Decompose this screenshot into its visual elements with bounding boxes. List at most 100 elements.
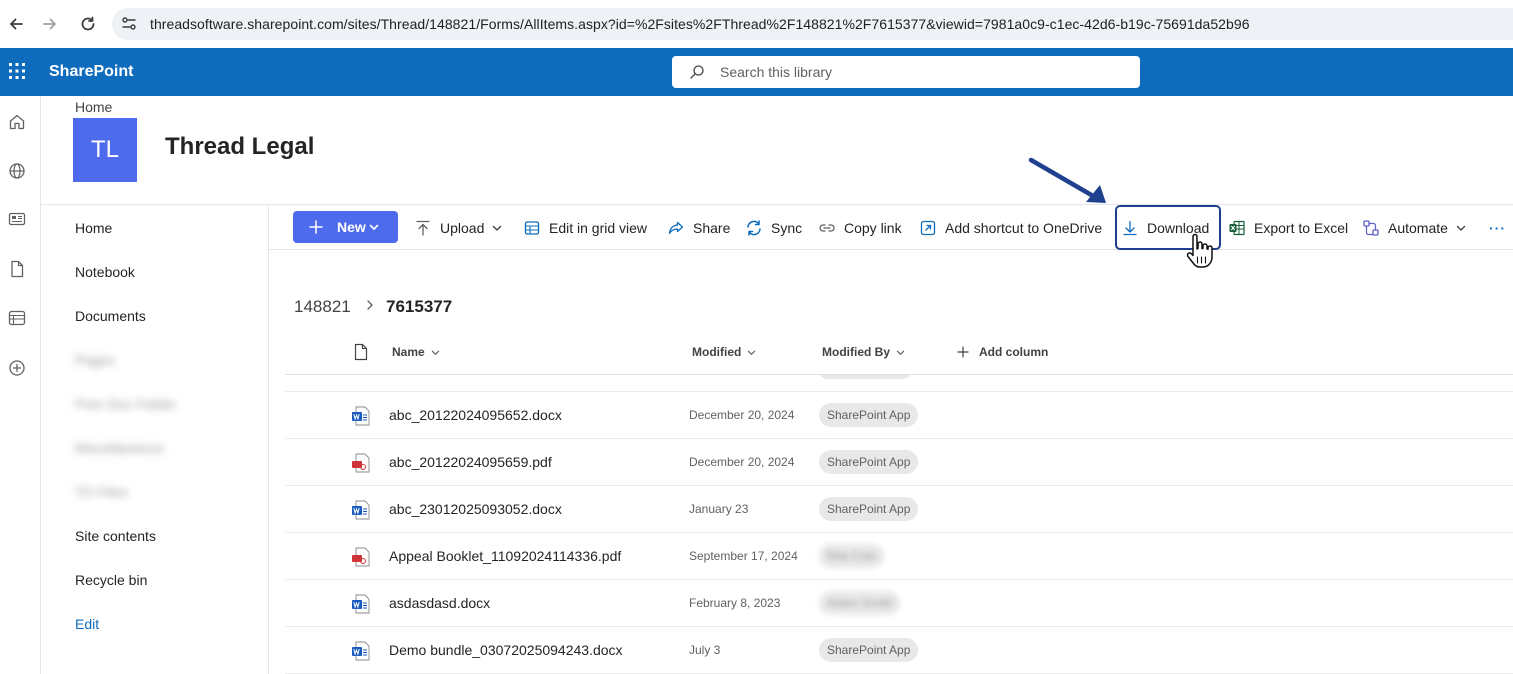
globe-icon[interactable]	[7, 161, 27, 181]
forward-arrow-icon[interactable]	[38, 12, 62, 36]
column-header-name[interactable]: Name	[392, 345, 440, 359]
automate-icon	[1363, 219, 1379, 236]
sync-icon	[747, 219, 761, 236]
command-bar: New Upload Edit in grid view Share Sync …	[269, 205, 1513, 250]
library-breadcrumb-root[interactable]: 148821	[294, 297, 351, 317]
chevron-down-icon	[493, 225, 502, 231]
modified-by-pill[interactable]: SharePoint App	[819, 497, 919, 521]
add-circle-icon[interactable]	[7, 358, 27, 378]
lists-icon[interactable]	[7, 308, 27, 328]
word-file-icon	[351, 594, 370, 614]
sharepoint-brand[interactable]: SharePoint	[49, 63, 133, 81]
library-breadcrumb-current: 7615377	[386, 297, 453, 316]
nav-item-redacted[interactable]: TO Files	[75, 484, 128, 500]
file-name-link[interactable]: abc_20122024095652.docx	[389, 407, 562, 423]
chevron-down-icon	[748, 350, 756, 355]
hand-cursor-icon	[1186, 233, 1213, 268]
file-icon[interactable]	[7, 259, 27, 279]
table-row[interactable]: asdasdasd.docx February 8, 2023 Adam Smith	[285, 580, 1513, 627]
site-title[interactable]: Thread Legal	[165, 133, 314, 161]
site-logo[interactable]: TL	[73, 118, 137, 182]
add-column-button[interactable]: Add column	[957, 345, 1048, 359]
column-header-modified[interactable]: Modified	[692, 345, 756, 359]
app-launcher-icon[interactable]	[8, 62, 26, 80]
table-row[interactable]: abc_20122024095659.pdf December 20, 2024 S…	[285, 439, 1513, 486]
edit-grid-view-label: Edit in grid view	[549, 219, 648, 236]
search-icon	[690, 65, 704, 79]
more-options-button[interactable]: ···	[1489, 205, 1506, 250]
file-name-link[interactable]: Demo bundle_03072025094243.docx	[389, 642, 623, 658]
site-info-icon[interactable]	[120, 15, 138, 33]
file-name-link[interactable]: asdasdasd.docx	[389, 595, 490, 611]
file-name-link[interactable]: abc_20122024095659.pdf	[389, 454, 552, 470]
share-icon	[668, 221, 684, 234]
modified-by-pill[interactable]: Rita Cole	[819, 544, 885, 568]
suite-header: SharePoint Search this library	[0, 48, 1513, 96]
new-button-label: New	[337, 219, 366, 235]
nav-item-redacted[interactable]: Pages	[75, 352, 115, 368]
export-excel-label: Export to Excel	[1254, 219, 1349, 236]
modified-by-pill[interactable]: SharePoint App	[819, 638, 919, 662]
modified-by-pill[interactable]: Adam Smith	[819, 591, 901, 615]
chevron-down-icon	[369, 224, 379, 230]
annotation-arrow-icon	[1028, 157, 1106, 203]
grid-icon	[524, 220, 540, 235]
shortcut-icon	[920, 220, 936, 235]
file-name-link[interactable]: Appeal Booklet_11092024114336.pdf	[389, 548, 621, 564]
automate-button[interactable]: Automate	[1362, 205, 1466, 250]
new-button[interactable]: New	[293, 211, 398, 243]
upload-button[interactable]: Upload	[414, 205, 502, 250]
modified-by-pill[interactable]: SharePoint App	[819, 403, 919, 427]
nav-item-recycle-bin[interactable]: Recycle bin	[75, 572, 147, 588]
share-button[interactable]: Share	[667, 205, 730, 250]
nav-item-documents[interactable]: Documents	[75, 308, 146, 324]
word-file-icon	[351, 641, 370, 661]
chevron-down-icon	[431, 350, 439, 355]
column-header-modified-label: Modified	[692, 345, 742, 359]
nav-item-home[interactable]: Home	[75, 220, 112, 236]
left-navigation: Home Notebook Documents Pages Prev Doc F…	[41, 205, 269, 674]
nav-item-redacted[interactable]: Miscellaneous	[75, 440, 164, 456]
column-header-modified-by-label: Modified By	[822, 345, 890, 359]
modified-date: September 17, 2024	[689, 549, 798, 563]
table-row[interactable]: abc_20122024095652.docx December 20, 2024…	[285, 392, 1513, 439]
nav-item-site-contents[interactable]: Site contents	[75, 528, 156, 544]
sync-button[interactable]: Sync	[745, 205, 802, 250]
table-row[interactable]: Appeal Booklet_11092024114336.pdf Septemb…	[285, 533, 1513, 580]
modified-by-pill	[819, 375, 911, 379]
automate-label: Automate	[1388, 219, 1448, 236]
table-row[interactable]: Demo bundle_03072025094243.docx July 3 Sha…	[285, 627, 1513, 674]
home-icon[interactable]	[7, 112, 27, 132]
modified-date: December 20, 2024	[689, 408, 795, 422]
upload-label: Upload	[440, 219, 485, 236]
nav-item-redacted[interactable]: Prev Doc Folder	[75, 396, 176, 412]
add-column-label: Add column	[979, 345, 1049, 359]
export-excel-button[interactable]: Export to Excel	[1228, 205, 1348, 250]
file-type-column-icon[interactable]	[353, 343, 369, 361]
news-icon[interactable]	[7, 209, 27, 229]
pdf-file-icon	[351, 547, 370, 567]
browser-toolbar: threadsoftware.sharepoint.com/sites/Thre…	[0, 0, 1513, 48]
table-row-partial[interactable]	[285, 375, 1513, 392]
excel-icon	[1229, 220, 1245, 235]
modified-by-pill[interactable]: SharePoint App	[819, 450, 919, 474]
modified-date: December 20, 2024	[689, 455, 795, 469]
library-search-input[interactable]: Search this library	[672, 56, 1140, 88]
table-row[interactable]: abc_23012025093052.docx January 23 SharePo…	[285, 486, 1513, 533]
sync-label: Sync	[771, 219, 803, 236]
edit-grid-view-button[interactable]: Edit in grid view	[523, 205, 647, 250]
file-name-link[interactable]: abc_23012025093052.docx	[389, 501, 562, 517]
plus-icon	[957, 346, 969, 358]
word-file-icon	[351, 406, 370, 426]
site-breadcrumb-home[interactable]: Home	[75, 99, 112, 115]
chevron-right-icon	[367, 300, 373, 310]
back-arrow-icon[interactable]	[4, 12, 28, 36]
address-bar[interactable]: threadsoftware.sharepoint.com/sites/Thre…	[112, 8, 1513, 40]
copy-link-button[interactable]: Copy link	[818, 205, 902, 250]
column-header-modified-by[interactable]: Modified By	[822, 345, 905, 359]
share-label: Share	[693, 219, 731, 236]
reload-icon[interactable]	[76, 12, 100, 36]
nav-edit-link[interactable]: Edit	[75, 616, 99, 632]
modified-date: July 3	[689, 643, 721, 657]
nav-item-notebook[interactable]: Notebook	[75, 264, 135, 280]
